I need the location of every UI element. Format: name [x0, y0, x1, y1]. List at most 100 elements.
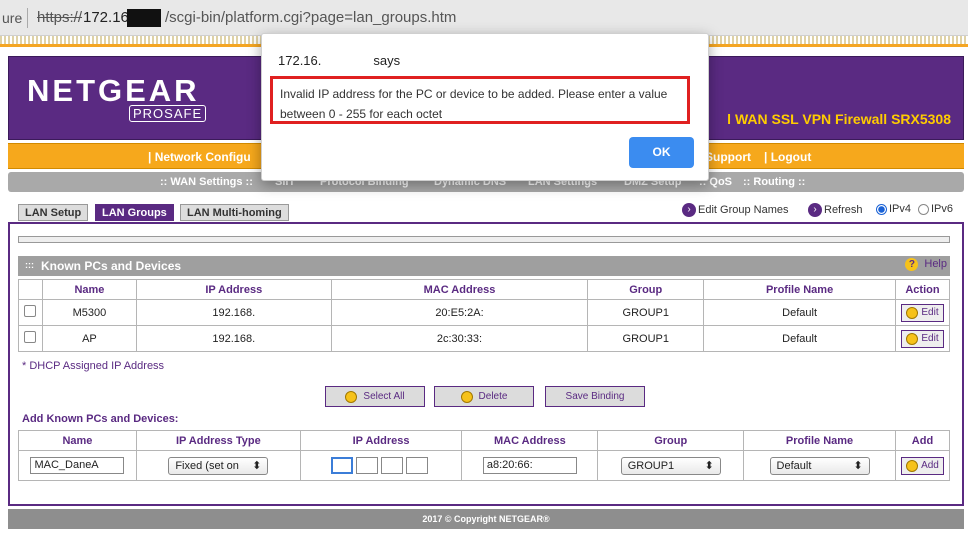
url-protocol: https://: [37, 9, 83, 26]
check-icon: [345, 390, 358, 403]
row-name: AP: [41, 325, 137, 352]
delete-icon: [460, 390, 473, 403]
row-checkbox[interactable]: [24, 331, 37, 343]
row-profile: Default: [703, 299, 896, 326]
row-ip: 192.168.: [135, 325, 332, 352]
help-label: Help: [924, 258, 947, 270]
nav-network-configuration[interactable]: | Network Configu: [148, 150, 251, 164]
select-all-button[interactable]: Select All: [325, 386, 425, 407]
col-select: [18, 279, 43, 300]
secure-label: ure: [2, 10, 23, 26]
row-checkbox[interactable]: [24, 305, 37, 317]
copyright-footer: 2017 © Copyright NETGEAR®: [8, 509, 964, 529]
add-col-add: Add: [894, 430, 951, 451]
add-icon: [906, 459, 919, 472]
select-arrows-icon: ⬍: [853, 460, 863, 472]
delete-label: Delete: [478, 391, 508, 402]
refresh-link[interactable]: › Refresh: [808, 203, 863, 217]
row-mac: 2c:30:33:: [330, 325, 589, 352]
radio-selected-icon: [876, 203, 887, 215]
add-devices-title: Add Known PCs and Devices:: [22, 413, 179, 425]
select-all-label: Select All: [363, 391, 405, 402]
profile-select[interactable]: Default ⬍: [769, 456, 870, 475]
col-ip: IP Address: [135, 279, 332, 300]
nav-logout[interactable]: | Logout: [764, 150, 811, 164]
refresh-icon: ›: [808, 203, 822, 217]
col-mac: MAC Address: [330, 279, 589, 300]
dialog-title: 172.16. says: [278, 53, 400, 68]
tab-lan-multihoming[interactable]: LAN Multi-homing: [180, 204, 289, 221]
add-label: Add: [921, 460, 939, 471]
grip-icon: :::: [25, 260, 34, 270]
known-devices-title: Known PCs and Devices: [41, 259, 182, 273]
edit-button[interactable]: Edit: [901, 329, 944, 348]
col-group: Group: [587, 279, 705, 300]
row-group: GROUP1: [587, 299, 705, 326]
add-col-name: Name: [18, 430, 137, 451]
col-name: Name: [41, 279, 137, 300]
mac-input[interactable]: a8:20:66:: [482, 457, 577, 474]
known-devices-header: ::: Known PCs and Devices ? Help: [18, 256, 950, 276]
prosafe-logo: PROSAFE: [129, 105, 207, 122]
address-divider: [27, 8, 28, 28]
subnav-wan-settings[interactable]: :: WAN Settings ::: [160, 176, 253, 188]
name-input[interactable]: MAC_DaneA: [30, 457, 125, 474]
refresh-label: Refresh: [824, 203, 863, 216]
help-icon: ?: [905, 258, 919, 271]
tab-lan-setup[interactable]: LAN Setup: [18, 204, 89, 221]
row-name: M5300: [41, 299, 137, 326]
tab-lan-groups[interactable]: LAN Groups: [95, 204, 174, 221]
col-profile: Profile Name: [703, 279, 896, 300]
arrow-right-icon: ›: [682, 203, 696, 217]
group-value: GROUP1: [627, 459, 675, 472]
page: ure https:// 172.16. /scgi-bin/platform.…: [0, 0, 968, 535]
redacted-block: [127, 9, 161, 27]
add-device-table: Name IP Address Type IP Address MAC Addr…: [18, 430, 951, 481]
add-col-mac: MAC Address: [461, 430, 599, 451]
ok-button[interactable]: OK: [629, 137, 694, 168]
add-col-group: Group: [597, 430, 745, 451]
radio-unselected-icon: [918, 203, 929, 215]
nav-support[interactable]: Support: [705, 150, 751, 164]
edit-group-names-label: Edit Group Names: [698, 203, 789, 216]
ip-type-value: Fixed (set on: [175, 459, 239, 472]
subnav-routing[interactable]: :: Routing ::: [743, 176, 805, 188]
help-link[interactable]: ? Help: [905, 258, 947, 271]
ip-octet-1-input[interactable]: [331, 457, 354, 474]
edit-group-names-link[interactable]: › Edit Group Names: [682, 203, 788, 217]
delete-button[interactable]: Delete: [434, 386, 534, 407]
edit-label: Edit: [921, 333, 939, 344]
dialog-message-highlight: Invalid IP address for the PC or device …: [270, 76, 690, 124]
edit-icon: [906, 332, 919, 345]
ipv4-label: IPv4: [889, 203, 912, 215]
row-profile: Default: [703, 325, 896, 352]
url-path: /scgi-bin/platform.cgi?page=lan_groups.h…: [165, 9, 457, 26]
save-binding-label: Save Binding: [565, 391, 625, 402]
dialog-says: says: [373, 53, 401, 68]
ipv4-radio[interactable]: IPv4: [876, 203, 911, 215]
ip-octet-4-input[interactable]: [406, 457, 429, 474]
row-group: GROUP1: [587, 325, 705, 352]
edit-button[interactable]: Edit: [901, 303, 944, 322]
group-select[interactable]: GROUP1 ⬍: [620, 456, 721, 475]
ipv6-label: IPv6: [931, 203, 954, 215]
dialog-host: 172.16.: [278, 53, 322, 68]
row-ip: 192.168.: [135, 299, 332, 326]
known-devices-table: Name IP Address MAC Address Group Profil…: [18, 279, 951, 352]
save-binding-button[interactable]: Save Binding: [545, 386, 645, 407]
divider-bar: [18, 236, 950, 243]
ip-octet-2-input[interactable]: [356, 457, 379, 474]
table-row: M5300 192.168. 20:E5:2A: GROUP1 Default …: [18, 299, 951, 326]
table-row: AP 192.168. 2c:30:33: GROUP1 Default Edi…: [18, 325, 951, 352]
add-col-ip: IP Address: [299, 430, 463, 451]
browser-address-bar[interactable]: ure https:// 172.16. /scgi-bin/platform.…: [0, 0, 968, 36]
product-name: l WAN SSL VPN Firewall SRX5308: [727, 111, 951, 127]
netgear-logo: NETGEAR: [27, 73, 200, 108]
ipv6-radio[interactable]: IPv6: [918, 203, 953, 215]
edit-label: Edit: [921, 307, 939, 318]
ip-octet-3-input[interactable]: [381, 457, 404, 474]
profile-value: Default: [776, 459, 812, 472]
ip-type-select[interactable]: Fixed (set on ⬍: [168, 456, 269, 475]
dialog-message: Invalid IP address for the PC or device …: [280, 87, 668, 121]
add-button[interactable]: Add: [901, 456, 944, 475]
